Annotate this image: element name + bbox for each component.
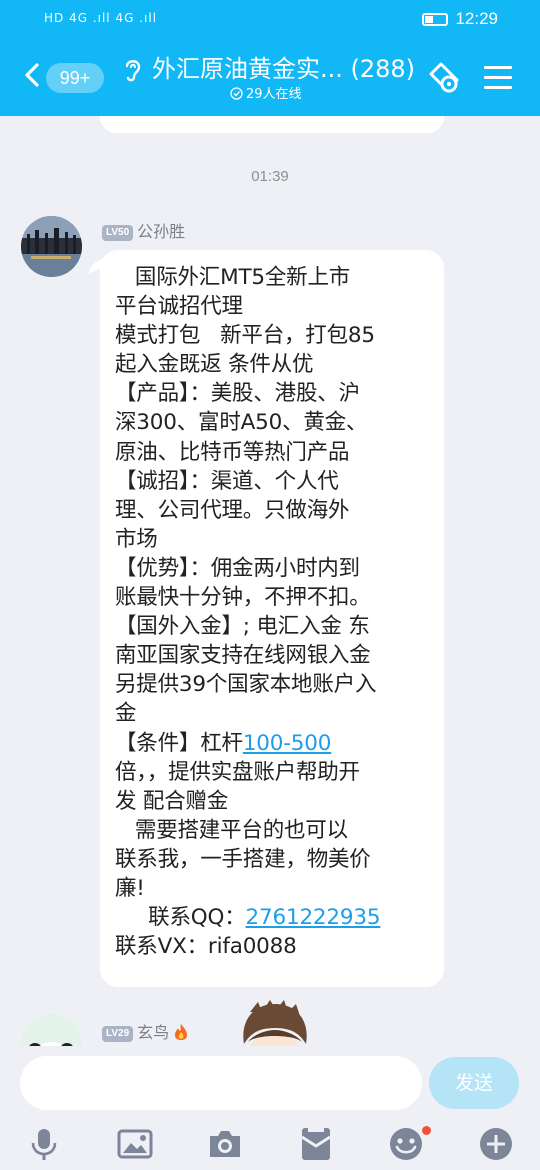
sender-info: LV50 公孙胜 (102, 218, 185, 242)
message-line: 南亚国家支持在线网银入金 (115, 643, 371, 669)
group-title[interactable]: 外汇原油黄金实... (288) (152, 53, 415, 85)
online-count: 29人在线 (246, 87, 302, 102)
clock: 12:29 (455, 9, 498, 28)
message-line: 平台诚招代理 (115, 294, 243, 320)
notification-dot (422, 1126, 431, 1135)
sender-name[interactable]: 公孙胜 (137, 222, 185, 241)
message-timestamp: 01:39 (251, 168, 289, 185)
sender-info: LV29 玄鸟 (102, 1019, 189, 1043)
network-indicator: HD 4G .ıll 4G .ıll (44, 11, 158, 25)
message-line: 账最快十分钟，不押不扣。 (115, 585, 371, 611)
message-line: 联系VX：rifa0088 (115, 934, 297, 960)
message-line: 市场 (115, 526, 158, 552)
chat-header: 99+ 外汇原油黄金实... (288) 29人在线 (0, 40, 540, 116)
qq-number-link[interactable]: 2761222935 (246, 905, 381, 930)
online-status: 29人在线 (230, 87, 302, 103)
ear-icon (125, 60, 141, 82)
message-line: 发 配合赠金 (115, 788, 229, 814)
leverage-link[interactable]: 100-500 (243, 731, 332, 756)
avatar[interactable] (21, 216, 82, 277)
battery-icon (422, 13, 448, 26)
message-line: 联系QQ：2761222935 (115, 905, 381, 931)
message-line: 另提供39个国家本地账户入 (115, 672, 377, 698)
level-badge: LV29 (102, 1026, 134, 1042)
message-line: 倍，，提供实盘账户帮助开 (115, 759, 360, 785)
unread-badge[interactable]: 99+ (46, 63, 104, 93)
message-line: 深300、富时A50、黄金、 (115, 410, 368, 436)
online-check-icon (230, 87, 243, 100)
input-bar: 发送 (0, 1046, 540, 1170)
sender-name[interactable]: 玄鸟 (137, 1023, 169, 1042)
avatar[interactable] (21, 1014, 82, 1046)
message-line: 理、公司代理。只做海外 (115, 497, 350, 523)
message-input[interactable] (20, 1056, 422, 1110)
message-text-continued: 倍，，提供实盘账户帮助开发 配合赠金 需要搭建平台的也可以 联系我，一手搭建，物美… (115, 758, 429, 903)
message-bubble[interactable]: 国际外汇MT5全新上市 平台诚招代理模式打包 新平台，打包85 起入金既返 条件从优… (100, 250, 444, 987)
message-line: 【优势】：佣金两小时内到 (115, 555, 360, 581)
message-list[interactable]: 01:39 LV50 公孙胜 国际外汇MT5全新上市 平台诚招代理模式打包 新平台，… (0, 116, 540, 1046)
message-line: 【诚招】：渠道、个人代 (115, 468, 339, 494)
message-line: 【产品】：美股、港股、沪 (115, 381, 360, 407)
message-line: 【条件】杠杆100-500 (115, 730, 332, 756)
microphone-icon[interactable] (26, 1126, 62, 1162)
message-line: 金 (115, 701, 137, 727)
message-text: 国际外汇MT5全新上市 平台诚招代理模式打包 新平台，打包85 起入金既返 条件从优… (115, 263, 429, 729)
back-chevron-icon[interactable] (22, 62, 42, 88)
emoji-icon[interactable] (388, 1126, 424, 1162)
group-settings-icon[interactable] (425, 60, 463, 96)
sticker-avatar-frame (243, 1000, 307, 1046)
level-badge: LV50 (102, 225, 134, 241)
red-packet-icon[interactable] (298, 1126, 334, 1162)
message-line: 需要搭建平台的也可以 (115, 817, 348, 843)
message-line: 国际外汇MT5全新上市 (115, 265, 351, 290)
message-line: 联系我，一手搭建，物美价 (115, 846, 371, 872)
fire-icon (175, 1024, 188, 1040)
send-button[interactable]: 发送 (429, 1057, 519, 1109)
message-line: 廉! (115, 875, 145, 901)
message-line: 模式打包 新平台，打包85 (115, 323, 375, 349)
previous-message-bubble (100, 116, 444, 133)
menu-icon[interactable] (484, 66, 512, 90)
camera-icon[interactable] (207, 1126, 243, 1162)
image-icon[interactable] (117, 1126, 153, 1162)
message-line: 起入金既返 条件从优 (115, 352, 314, 378)
status-bar: HD 4G .ıll 4G .ıll 12:29 (0, 0, 540, 40)
message-line: 原油、比特币等热门产品 (115, 439, 350, 465)
message-line: 【国外入金】; 电汇入金 东 (115, 614, 370, 640)
plus-icon[interactable] (478, 1126, 514, 1162)
